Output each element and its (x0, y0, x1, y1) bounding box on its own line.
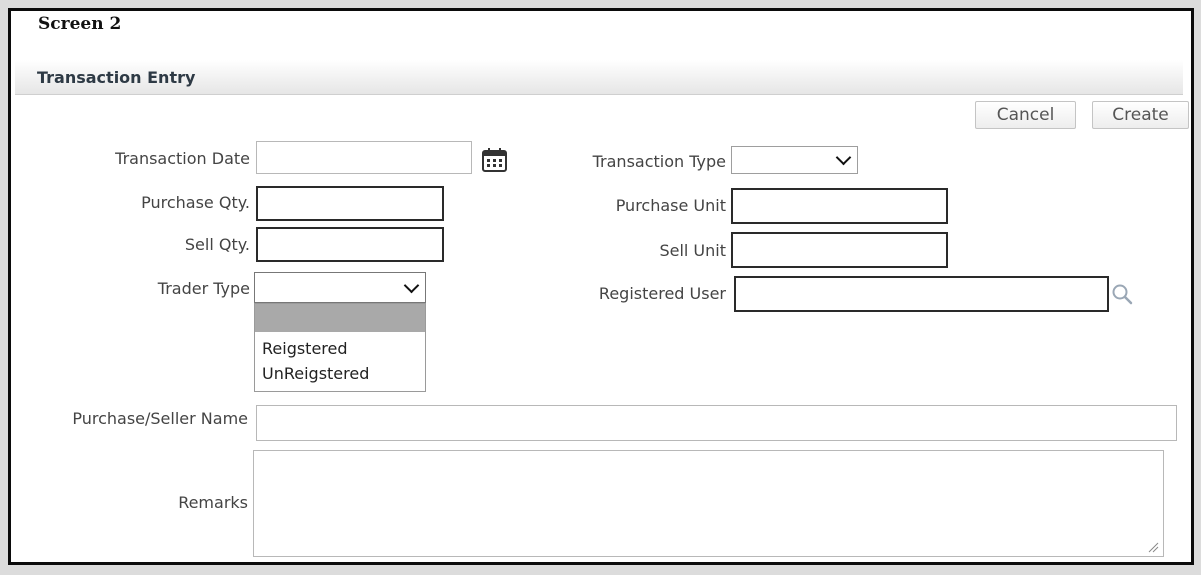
sell-unit-input[interactable] (731, 232, 948, 268)
remarks-textarea[interactable] (253, 450, 1164, 557)
cancel-button[interactable]: Cancel (975, 101, 1076, 129)
registered-user-input[interactable] (734, 276, 1109, 312)
purchase-qty-input[interactable] (256, 186, 444, 221)
sell-qty-label: Sell Qty. (184, 235, 250, 254)
transaction-date-label: Transaction Date (115, 149, 250, 168)
dropdown-option-blank[interactable] (255, 304, 425, 332)
purchase-seller-name-input[interactable] (256, 405, 1177, 441)
chevron-down-icon (835, 149, 852, 166)
purchase-unit-label: Purchase Unit (615, 196, 726, 215)
dropdown-option-registered[interactable]: Reigstered (262, 339, 348, 358)
transaction-type-label: Transaction Type (592, 152, 726, 171)
resize-handle-icon[interactable] (1147, 541, 1159, 553)
purchase-seller-name-label: Purchase/Seller Name (72, 409, 248, 428)
calendar-icon[interactable] (481, 147, 509, 173)
section-header: Transaction Entry (15, 60, 1183, 95)
sell-qty-input[interactable] (256, 227, 444, 262)
screen-title: Screen 2 (38, 14, 122, 34)
dropdown-option-unregistered[interactable]: UnReigstered (262, 364, 369, 383)
chevron-down-icon (403, 277, 420, 294)
purchase-unit-input[interactable] (731, 188, 948, 224)
transaction-type-select[interactable] (731, 146, 858, 174)
sell-unit-label: Sell Unit (659, 241, 726, 260)
page-title: Transaction Entry (37, 68, 196, 87)
trader-type-label: Trader Type (157, 279, 250, 298)
search-icon[interactable] (1111, 283, 1133, 305)
transaction-date-input[interactable] (256, 141, 472, 174)
registered-user-label: Registered User (598, 284, 726, 303)
create-button[interactable]: Create (1092, 101, 1189, 129)
trader-type-select[interactable] (254, 272, 426, 303)
purchase-qty-label: Purchase Qty. (141, 193, 250, 212)
remarks-label: Remarks (178, 493, 248, 512)
trader-type-dropdown: Reigstered UnReigstered (254, 303, 426, 392)
